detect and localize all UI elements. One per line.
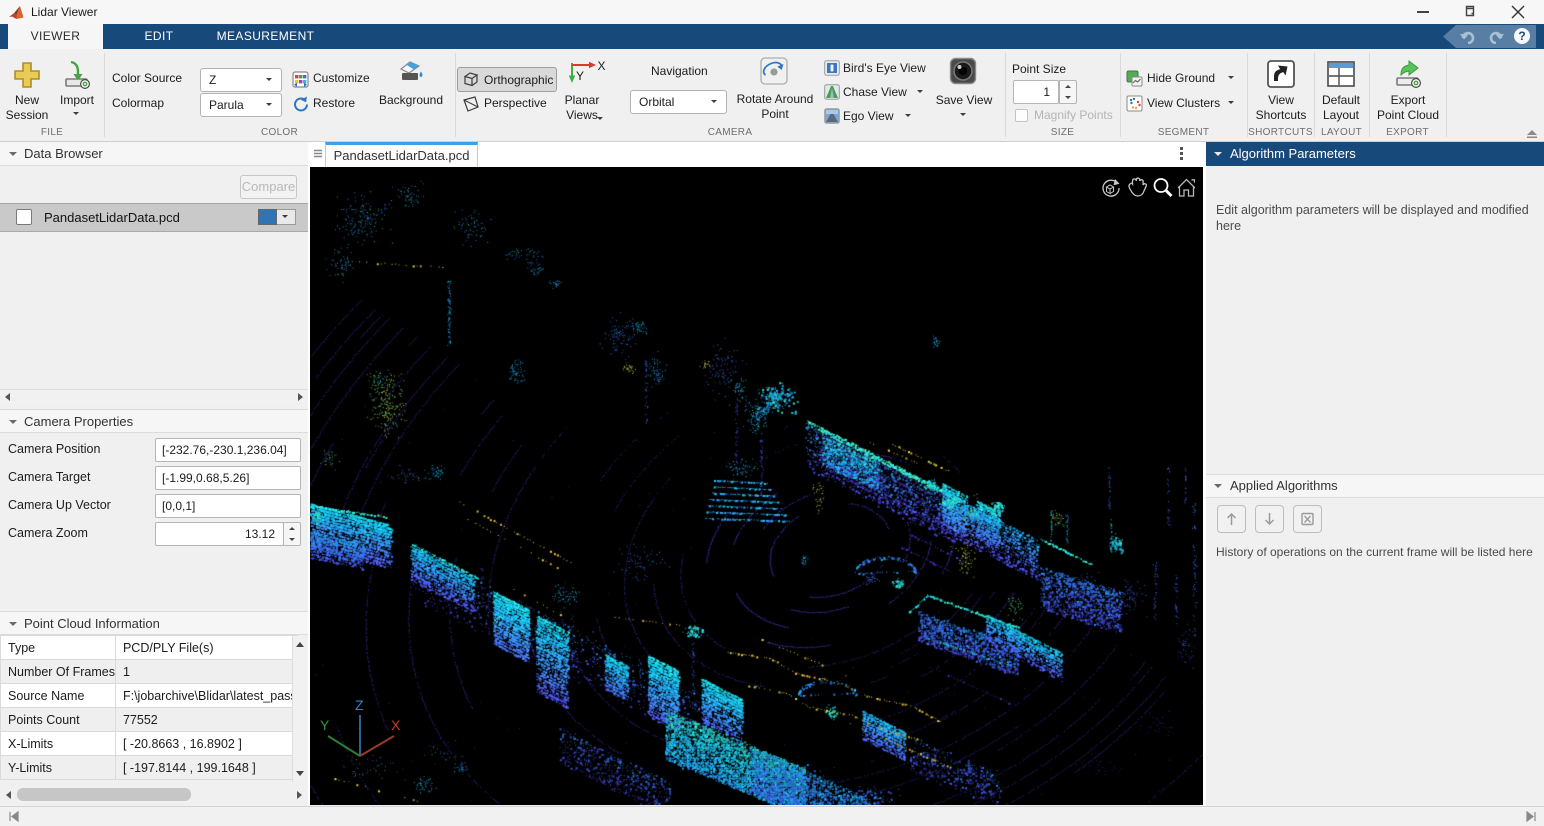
svg-text:Z: Z bbox=[355, 698, 364, 713]
svg-text:X: X bbox=[391, 717, 401, 733]
svg-text:Y: Y bbox=[576, 69, 584, 83]
svg-text:X: X bbox=[598, 59, 606, 73]
svg-text:Y: Y bbox=[320, 717, 330, 733]
